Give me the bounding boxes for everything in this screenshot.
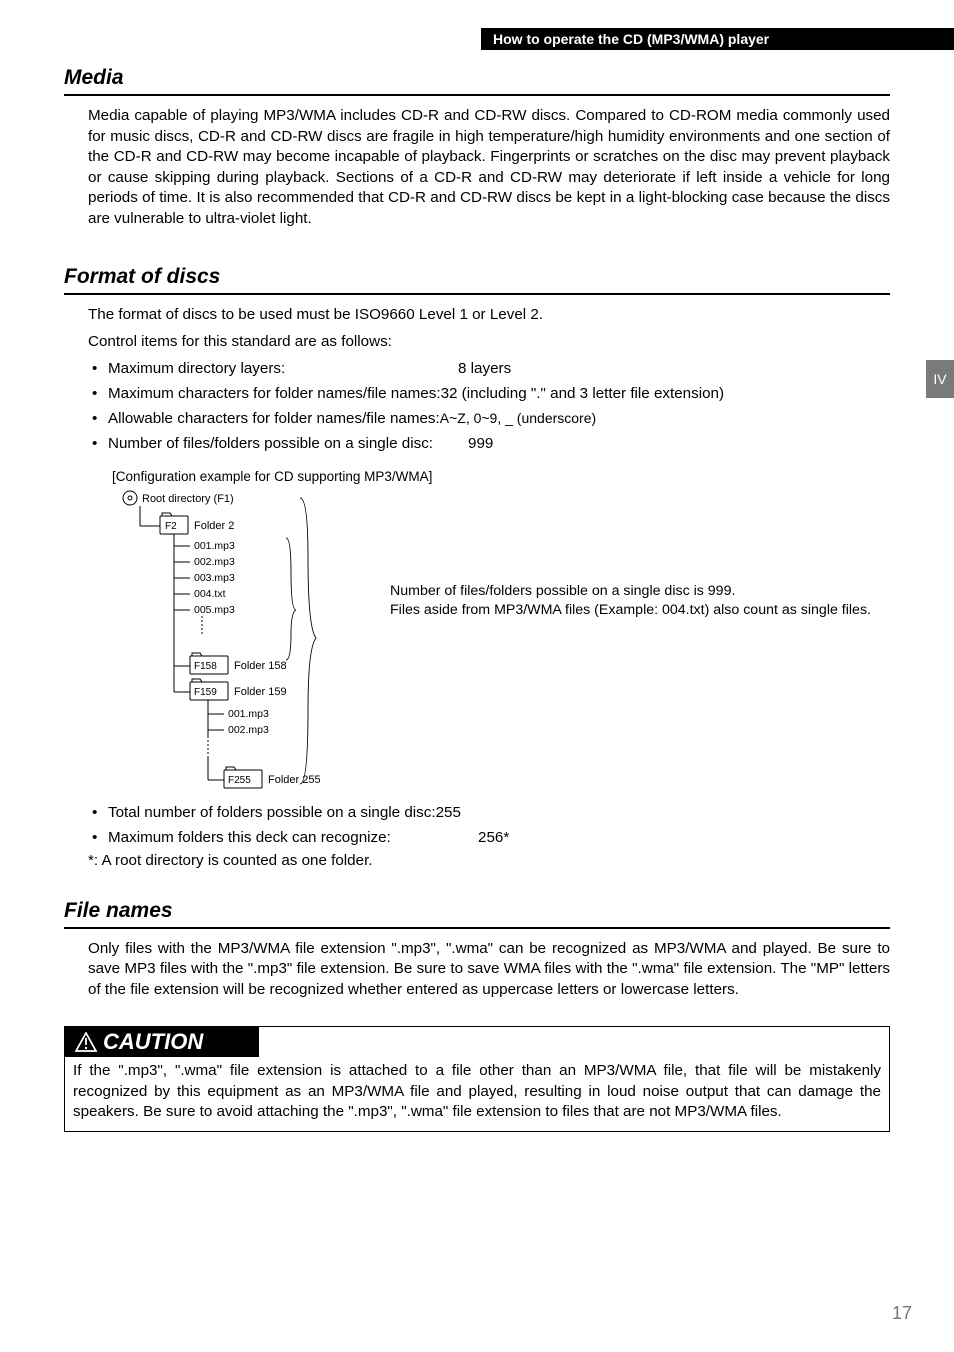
caution-title: CAUTION xyxy=(103,1029,203,1055)
warning-triangle-icon xyxy=(75,1032,97,1052)
spec-label: Maximum characters for folder names/file… xyxy=(108,385,441,402)
directory-tree-svg: Root directory (F1) F2 Folder 2 001.mp3 … xyxy=(112,488,372,798)
side-tab-chapter: IV xyxy=(926,360,954,398)
list-item: Number of files/folders possible on a si… xyxy=(88,433,890,456)
spec-label: Number of files/folders possible on a si… xyxy=(108,433,468,456)
spec-value: 999 xyxy=(468,433,493,456)
spec-label: Maximum directory layers: xyxy=(108,358,458,381)
format-spec-list-2: Total number of folders possible on a si… xyxy=(88,802,890,850)
diagram-note-line-1: Number of files/folders possible on a si… xyxy=(390,582,871,601)
spec-label: Maximum folders this deck can recognize: xyxy=(108,827,478,850)
section-title-filenames: File names xyxy=(64,899,884,923)
list-item: Total number of folders possible on a si… xyxy=(88,802,890,825)
spec-label: Total number of folders possible on a si… xyxy=(108,804,436,821)
tree-file: 005.mp3 xyxy=(194,604,235,616)
header-title: How to operate the CD (MP3/WMA) player xyxy=(493,31,769,47)
tree-f159-tag: F159 xyxy=(194,687,217,698)
spec-value: A~Z, 0~9, _ (underscore) xyxy=(440,410,596,426)
diagram-note-line-2: Files aside from MP3/WMA files (Example:… xyxy=(390,601,871,620)
list-item: Maximum characters for folder names/file… xyxy=(88,383,890,406)
spec-value: 256* xyxy=(478,827,509,850)
format-intro-2: Control items for this standard are as f… xyxy=(88,332,890,353)
tree-f2-tag: F2 xyxy=(165,521,177,532)
tree-f255-label: Folder 255 xyxy=(268,774,321,786)
section-rule xyxy=(64,927,890,929)
config-example-caption: [Configuration example for CD supporting… xyxy=(112,469,890,484)
filenames-body: Only files with the MP3/WMA file extensi… xyxy=(88,939,890,1001)
tree-file: 004.txt xyxy=(194,588,226,600)
format-intro-1: The format of discs to be used must be I… xyxy=(88,305,890,326)
tree-root-label: Root directory (F1) xyxy=(142,493,234,505)
media-body: Media capable of playing MP3/WMA include… xyxy=(88,106,890,229)
format-footnote: *: A root directory is counted as one fo… xyxy=(88,852,890,869)
section-rule xyxy=(64,293,890,295)
tree-f255-tag: F255 xyxy=(228,775,251,786)
list-item: Maximum directory layers:8 layers xyxy=(88,358,890,381)
section-title-format: Format of discs xyxy=(64,265,884,289)
page-number: 17 xyxy=(892,1303,912,1324)
section-rule xyxy=(64,94,890,96)
tree-f159-label: Folder 159 xyxy=(234,686,287,698)
caution-header: CAUTION xyxy=(65,1027,259,1057)
tree-f158-label: Folder 158 xyxy=(234,660,287,672)
tree-file: 003.mp3 xyxy=(194,572,235,584)
caution-body: If the ".mp3", ".wma" file extension is … xyxy=(65,1057,889,1131)
header-bar: How to operate the CD (MP3/WMA) player xyxy=(481,28,954,50)
tree-file: 002.mp3 xyxy=(228,724,269,736)
list-item: Allowable characters for folder names/fi… xyxy=(88,408,890,431)
section-title-media: Media xyxy=(64,66,884,90)
spec-value: 255 xyxy=(436,804,461,821)
spec-value: 8 layers xyxy=(458,358,511,381)
tree-file: 002.mp3 xyxy=(194,556,235,568)
spec-label: Allowable characters for folder names/fi… xyxy=(108,410,440,427)
list-item: Maximum folders this deck can recognize:… xyxy=(88,827,890,850)
diagram-note: Number of files/folders possible on a si… xyxy=(390,582,871,620)
side-tab-label: IV xyxy=(933,371,946,387)
tree-f2-label: Folder 2 xyxy=(194,520,234,532)
tree-file: 001.mp3 xyxy=(228,708,269,720)
spec-value: 32 (including "." and 3 letter file exte… xyxy=(441,385,724,402)
tree-file: 001.mp3 xyxy=(194,540,235,552)
tree-diagram: Root directory (F1) F2 Folder 2 001.mp3 … xyxy=(112,488,890,798)
caution-box: CAUTION If the ".mp3", ".wma" file exten… xyxy=(64,1026,890,1132)
format-spec-list: Maximum directory layers:8 layers Maximu… xyxy=(88,358,890,455)
tree-f158-tag: F158 xyxy=(194,661,217,672)
